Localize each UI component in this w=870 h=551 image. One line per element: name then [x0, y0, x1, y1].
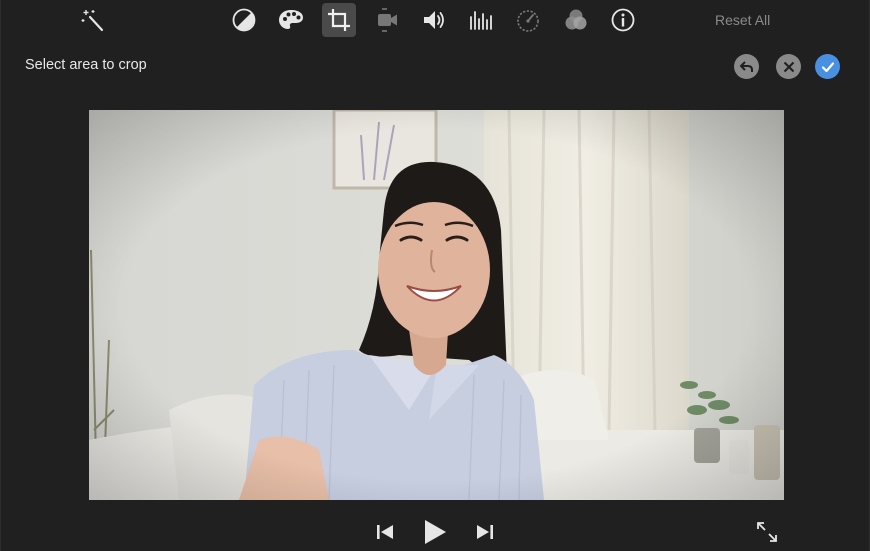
equalizer-button[interactable] — [464, 3, 498, 37]
magic-wand-button[interactable] — [76, 3, 110, 37]
speed-button[interactable] — [511, 3, 545, 37]
play-button[interactable] — [420, 516, 450, 548]
color-balance-icon — [232, 8, 256, 32]
equalizer-icon — [470, 11, 492, 30]
cancel-x-icon — [783, 61, 794, 72]
video-editor-window: Reset All Select area to crop — [0, 0, 870, 551]
color-balance-button[interactable] — [227, 3, 261, 37]
volume-button[interactable] — [417, 3, 451, 37]
skip-back-icon — [377, 525, 393, 539]
play-icon — [425, 520, 446, 544]
video-viewer[interactable] — [89, 110, 784, 500]
filters-button[interactable] — [559, 3, 593, 37]
undo-button[interactable] — [734, 54, 759, 79]
undo-arrow-icon — [739, 60, 753, 72]
speedometer-icon — [517, 10, 539, 32]
stabilization-button[interactable] — [370, 3, 404, 37]
color-correction-button[interactable] — [274, 3, 308, 37]
cancel-crop-button[interactable] — [776, 54, 801, 79]
info-button[interactable] — [606, 3, 640, 37]
apply-crop-button[interactable] — [815, 54, 840, 79]
crop-instruction-text: Select area to crop — [25, 57, 147, 73]
crop-button[interactable] — [322, 3, 356, 37]
reset-all-button[interactable]: Reset All — [715, 12, 770, 28]
volume-icon — [424, 11, 444, 29]
next-frame-button[interactable] — [473, 516, 497, 548]
info-icon — [611, 8, 635, 32]
color-palette-icon — [279, 10, 303, 29]
checkmark-icon — [821, 61, 834, 72]
crop-icon — [328, 9, 350, 31]
video-camera-stabilize-icon — [378, 8, 397, 32]
adjustment-toolbar: Reset All — [1, 0, 870, 40]
magic-wand-icon — [81, 10, 104, 32]
skip-forward-icon — [477, 525, 493, 539]
fullscreen-button[interactable] — [753, 516, 781, 548]
filters-icon — [565, 9, 587, 30]
previous-frame-button[interactable] — [373, 516, 397, 548]
video-frame — [89, 110, 784, 500]
fullscreen-expand-icon — [757, 522, 777, 542]
